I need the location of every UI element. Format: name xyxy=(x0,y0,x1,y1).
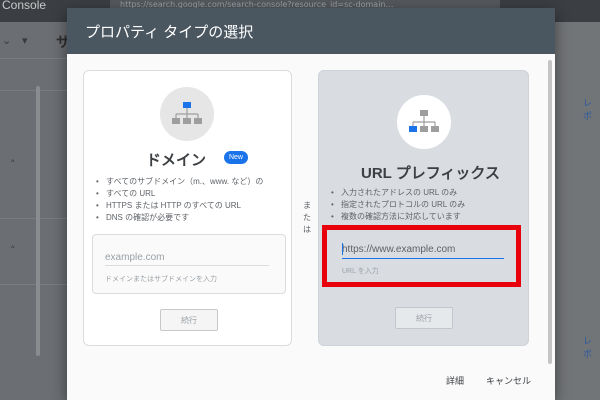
url-prefix-continue-button[interactable]: 続行 xyxy=(395,307,453,329)
list-item: 入力されたアドレスの URL のみ xyxy=(331,187,521,199)
url-prefix-option-card[interactable]: URL プレフィックス 入力されたアドレスの URL のみ 指定されたプロトコル… xyxy=(318,70,529,346)
list-item: 複数の確認方法に対応しています xyxy=(331,211,521,223)
app-brand: Console xyxy=(2,0,47,12)
chevron-up-icon: ˄ xyxy=(10,244,16,257)
domain-input[interactable] xyxy=(105,249,269,266)
list-item: 指定されたプロトコルの URL のみ xyxy=(331,199,521,211)
new-badge: New xyxy=(224,151,248,164)
dialog-title: プロパティ タイプの選択 xyxy=(85,24,254,41)
sitemap-icon xyxy=(397,95,451,149)
list-item: DNS の確認が必要です xyxy=(96,212,286,224)
list-item: すべてのサブドメイン（m.、www. など）の xyxy=(96,176,286,188)
app-sidebar: ⌄ ▾ ˄ ˄ xyxy=(0,22,67,400)
chevron-down-icon: ⌄ xyxy=(2,34,12,47)
url-prefix-features: 入力されたアドレスの URL のみ 指定されたプロトコルの URL のみ 複数の… xyxy=(331,187,521,223)
dialog-scrollbar[interactable] xyxy=(548,60,552,364)
url-prefix-title: URL プレフィックス xyxy=(361,165,500,182)
or-separator: または xyxy=(303,201,311,234)
domain-continue-button[interactable]: 続行 xyxy=(160,309,218,331)
domain-input-helper: ドメインまたはサブドメインを入力 xyxy=(105,276,217,283)
highlight-box xyxy=(322,225,521,287)
chevron-up-icon: ˄ xyxy=(10,158,16,171)
sidebar-divider xyxy=(0,58,67,59)
sidebar-scrollbar xyxy=(36,86,40,356)
sitemap-icon xyxy=(160,87,214,141)
property-type-dialog: プロパティ タイプの選択 ドメイン New すべてのサブドメイン（m.、www.… xyxy=(67,8,555,400)
chevron-down-icon: ▾ xyxy=(22,34,28,47)
domain-input-box: ドメインまたはサブドメインを入力 xyxy=(92,234,286,294)
dialog-header: プロパティ タイプの選択 xyxy=(67,8,555,54)
domain-option-card[interactable]: ドメイン New すべてのサブドメイン（m.、www. など）の すべての UR… xyxy=(83,70,292,346)
list-item: すべての URL xyxy=(96,188,286,200)
sidebar-divider xyxy=(0,284,67,285)
domain-features: すべてのサブドメイン（m.、www. など）の すべての URL HTTPS ま… xyxy=(96,176,286,224)
sidebar-divider xyxy=(0,218,67,219)
sidebar-divider xyxy=(0,90,67,91)
list-item: HTTPS または HTTP のすべての URL xyxy=(96,200,286,212)
domain-title: ドメイン xyxy=(146,152,207,169)
cancel-button[interactable]: キャンセル xyxy=(486,374,531,387)
report-link: レポ xyxy=(583,98,593,121)
details-button[interactable]: 詳細 xyxy=(446,374,464,387)
report-link: レポ xyxy=(583,336,593,359)
